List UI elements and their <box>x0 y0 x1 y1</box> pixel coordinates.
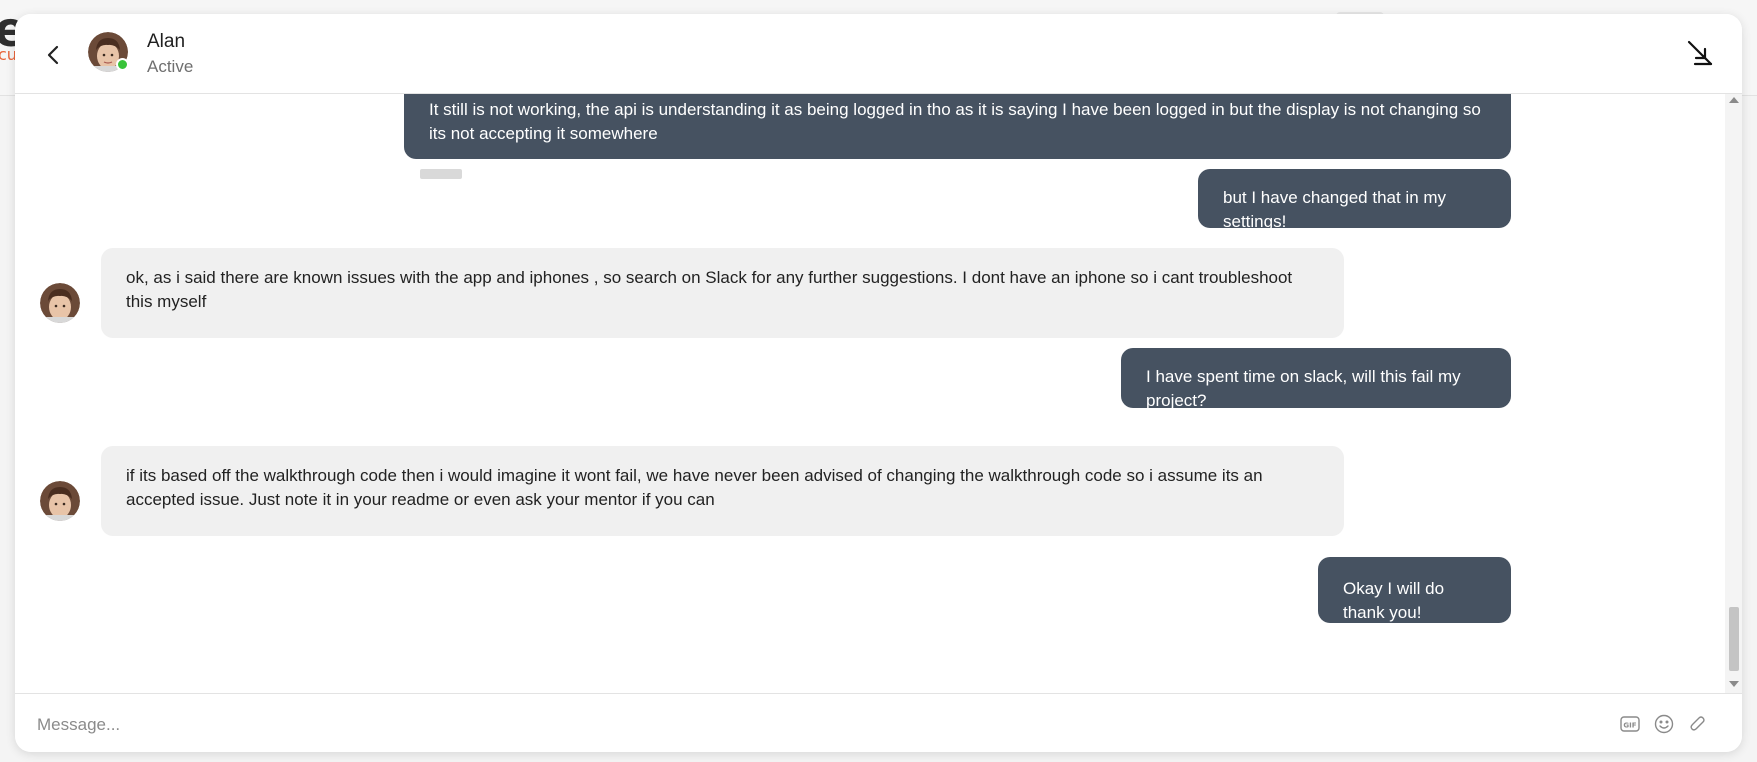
scroll-thumb[interactable] <box>1729 607 1739 671</box>
contact-name: Alan <box>147 31 186 52</box>
smiley-icon <box>1654 714 1674 734</box>
sender-avatar <box>40 481 80 521</box>
sender-avatar <box>40 283 80 323</box>
contact-status: Active <box>147 57 194 76</box>
gif-button[interactable]: GIF <box>1620 716 1640 732</box>
paperclip-icon <box>1690 716 1705 731</box>
chat-window: Alan Active It still is not working, the… <box>15 14 1742 752</box>
back-button[interactable] <box>41 42 67 68</box>
minimize-button[interactable] <box>1685 38 1715 68</box>
message-composer: GIF <box>15 693 1742 752</box>
timestamp-tag <box>420 169 462 179</box>
gif-icon: GIF <box>1623 722 1636 730</box>
scroll-down-arrow-icon[interactable] <box>1729 681 1739 687</box>
message-scrollbar[interactable] <box>1725 93 1742 693</box>
emoji-button[interactable] <box>1654 714 1674 734</box>
scroll-up-arrow-icon[interactable] <box>1729 97 1739 103</box>
message-bubble-incoming: if its based off the walkthrough code th… <box>101 446 1344 536</box>
message-list[interactable]: It still is not working, the api is unde… <box>15 93 1742 693</box>
chevron-left-icon <box>47 45 59 65</box>
message-input[interactable] <box>35 704 1599 746</box>
message-bubble-incoming: ok, as i said there are known issues wit… <box>101 248 1344 338</box>
message-bubble-outgoing: but I have changed that in my settings! <box>1198 169 1511 231</box>
message-bubble-outgoing: It still is not working, the api is unde… <box>404 93 1511 159</box>
chat-header: Alan Active <box>15 14 1742 94</box>
contact-avatar[interactable] <box>88 32 129 72</box>
message-bubble-outgoing: I have spent time on slack, will this fa… <box>1121 348 1511 410</box>
minimize-arrow-icon <box>1687 40 1713 66</box>
online-status-dot <box>116 58 129 71</box>
attach-button[interactable] <box>1688 714 1708 734</box>
message-bubble-outgoing: Okay I will do thank you! <box>1318 557 1511 623</box>
